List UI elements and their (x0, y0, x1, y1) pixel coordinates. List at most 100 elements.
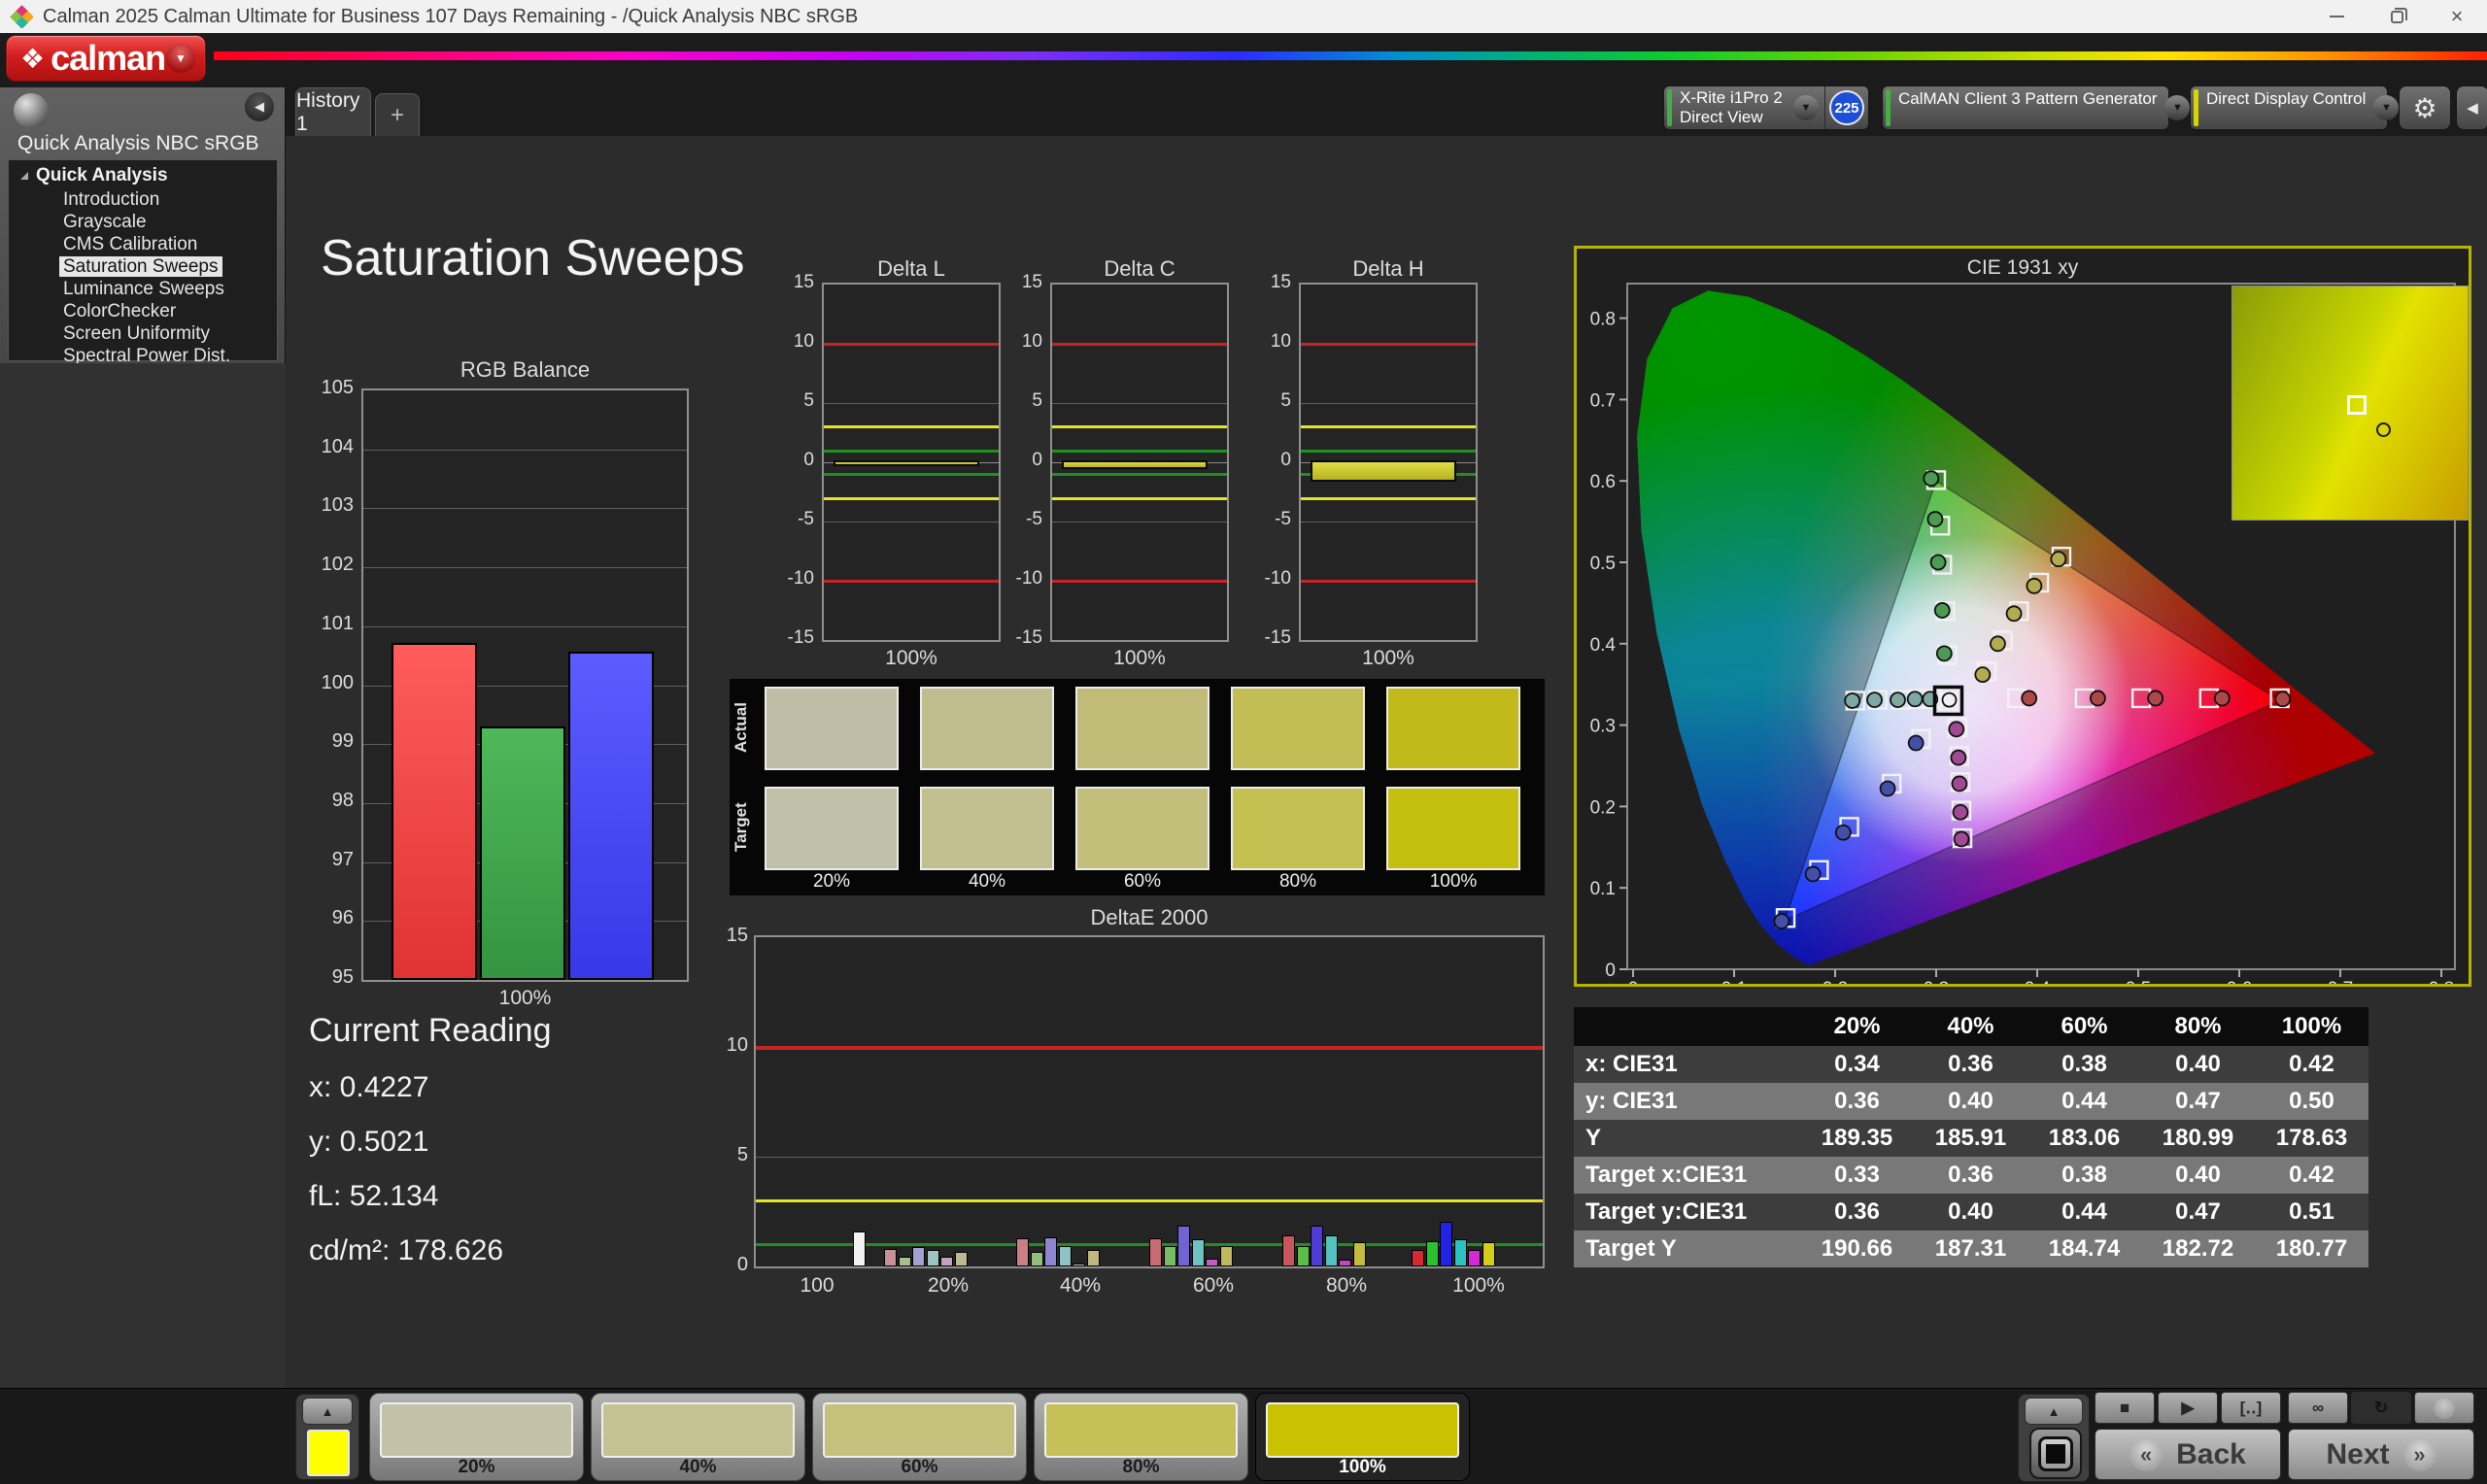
tree-root-quick-analysis[interactable]: Quick Analysis (9, 160, 277, 188)
limit-line (824, 580, 999, 583)
cie-zoom-inset (2231, 286, 2469, 521)
chevron-down-icon[interactable]: ▼ (1793, 95, 1819, 120)
sidebar-item-grayscale[interactable]: Grayscale (9, 211, 277, 233)
expand-pattern-panel-button[interactable]: ▲ (302, 1398, 353, 1425)
minimize-button[interactable] (2306, 0, 2367, 33)
gridline (1052, 522, 1227, 523)
measured-point-green (1933, 602, 1951, 619)
blank-button[interactable] (2414, 1392, 2474, 1424)
chevron-left-icon: ◀ (2467, 100, 2478, 117)
table-row: x: CIE31 0.34 0.36 0.38 0.40 0.42 (1574, 1046, 2368, 1083)
stop-button[interactable]: ■ (2095, 1392, 2155, 1424)
tree-expander-icon[interactable] (20, 172, 28, 180)
current-pattern-swatch[interactable] (307, 1430, 350, 1476)
step-button[interactable]: [‥] (2221, 1392, 2281, 1424)
cie-xtick: 0.3 (1924, 979, 1949, 984)
delta-ytick: -15 (787, 627, 814, 648)
deltae-bar (1058, 1245, 1072, 1266)
sidebar-item-saturation-sweeps[interactable]: Saturation Sweeps (9, 255, 277, 278)
tab-history-1[interactable]: History 1 (295, 87, 371, 136)
pattern-generator-dropdown[interactable]: CalMAN Client 3 Pattern Generator ▼ (1882, 85, 2191, 130)
sidebar-item-luminance-sweeps[interactable]: Luminance Sweeps (9, 278, 277, 300)
gear-icon: ⚙ (2412, 92, 2437, 123)
meter-dropdown[interactable]: X-Rite i1Pro 2 Direct View ▼ 225 (1663, 85, 1869, 130)
delta-ytick: 0 (803, 450, 814, 470)
sidebar-item-introduction[interactable]: Introduction (9, 188, 277, 211)
measured-point-cyan (1844, 692, 1861, 709)
chevron-down-icon[interactable]: ▼ (2373, 95, 2400, 120)
sidebar-sphere-button[interactable] (14, 93, 49, 128)
chevrons-right-icon: » (2402, 1437, 2436, 1471)
rgb-bar-red (392, 642, 477, 980)
expand-transport-panel-button[interactable]: ▲ (2025, 1398, 2083, 1425)
table-cell: 0.50 (2289, 1088, 2334, 1114)
sidebar-item-colorchecker[interactable]: ColorChecker (9, 300, 277, 322)
settings-button[interactable]: ⚙ (2399, 85, 2451, 130)
pattern-window-button[interactable] (2029, 1428, 2082, 1479)
delta-ytick: 15 (1270, 272, 1291, 292)
table-cell: 182.72 (2162, 1235, 2234, 1262)
delta-ytick: 0 (1280, 450, 1291, 470)
cie-ytick: 0.4 (1590, 635, 1617, 656)
pattern-level-button-60%[interactable]: 60% (812, 1393, 1027, 1481)
display-control-label: Direct Display Control (2206, 89, 2367, 108)
delta-bar (1062, 459, 1208, 469)
deltae-ytick: 15 (726, 925, 748, 946)
deltae-bar (954, 1252, 968, 1266)
close-button[interactable]: × (2427, 0, 2487, 33)
limit-line (824, 496, 999, 500)
back-button[interactable]: « Back (2095, 1429, 2281, 1480)
deltae-bar (912, 1246, 926, 1266)
pattern-level-button-80%[interactable]: 80% (1034, 1393, 1248, 1481)
pattern-level-button-20%[interactable]: 20% (369, 1393, 584, 1481)
measured-point-red (2213, 690, 2231, 707)
swatch-target-100% (1386, 787, 1520, 870)
meter-badge[interactable]: 225 (1829, 90, 1864, 125)
rgb-bar-green (480, 726, 565, 980)
play-button[interactable]: ▶ (2158, 1392, 2218, 1424)
table-cell: 0.44 (2061, 1198, 2107, 1225)
delta-chart-title: Delta H (1352, 256, 1424, 281)
deltae-bar (1086, 1250, 1100, 1266)
deltae-bar (1177, 1226, 1191, 1266)
table-cell: 0.47 (2175, 1198, 2221, 1225)
page-title: Saturation Sweeps (321, 230, 745, 287)
pattern-level-button-100%[interactable]: 100% (1255, 1393, 1470, 1481)
display-control-dropdown[interactable]: Direct Display Control ▼ (2190, 85, 2400, 130)
chevron-down-icon[interactable]: ▼ (166, 44, 195, 73)
calman-menu-button[interactable]: ❖ calman ▼ (6, 35, 206, 82)
delta-ytick: 15 (793, 272, 814, 292)
next-button[interactable]: Next » (2288, 1429, 2474, 1480)
limit-line (1052, 343, 1227, 346)
measured-point-blue (1773, 913, 1790, 929)
measured-point-green (1923, 470, 1940, 488)
restore-button[interactable] (2367, 0, 2427, 33)
refresh-button[interactable]: ↻ (2351, 1392, 2411, 1424)
pattern-window-panel: ▲ (2018, 1394, 2090, 1482)
swatch-row-label: Target (732, 802, 750, 853)
spectrum-stripe (214, 51, 2487, 60)
table-column-header: 20% (1833, 1013, 1881, 1039)
cie-xtick: 0.8 (2429, 979, 2454, 984)
target-marker (2347, 395, 2367, 415)
collapse-panel-button[interactable]: ◀ (2456, 85, 2487, 130)
chevron-down-icon[interactable]: ▼ (2164, 95, 2191, 120)
gridline (824, 403, 999, 404)
sidebar-collapse-button[interactable]: ◀ (245, 92, 274, 121)
deltae-bar (1044, 1236, 1058, 1266)
pattern-level-button-40%[interactable]: 40% (591, 1393, 805, 1481)
deltae-bar (1163, 1245, 1176, 1266)
measured-point-yellow (1974, 666, 1992, 684)
title-bar: Calman 2025 Calman Ultimate for Business… (0, 0, 2487, 33)
deltae-bar (1206, 1259, 1219, 1266)
sidebar-item-cms-calibration[interactable]: CMS Calibration (9, 233, 277, 255)
add-tab-button[interactable]: + (375, 93, 420, 136)
limit-line (1052, 449, 1227, 453)
sidebar-item-screen-uniformity[interactable]: Screen Uniformity (9, 322, 277, 345)
blank-circle-icon (2434, 1397, 2455, 1419)
loop-button[interactable]: ∞ (2288, 1392, 2348, 1424)
pattern-generator-label: CalMAN Client 3 Pattern Generator (1898, 89, 2158, 108)
table-cell: 0.36 (1834, 1088, 1880, 1114)
gridline (1301, 403, 1476, 404)
pattern-level-swatch (823, 1402, 1016, 1458)
